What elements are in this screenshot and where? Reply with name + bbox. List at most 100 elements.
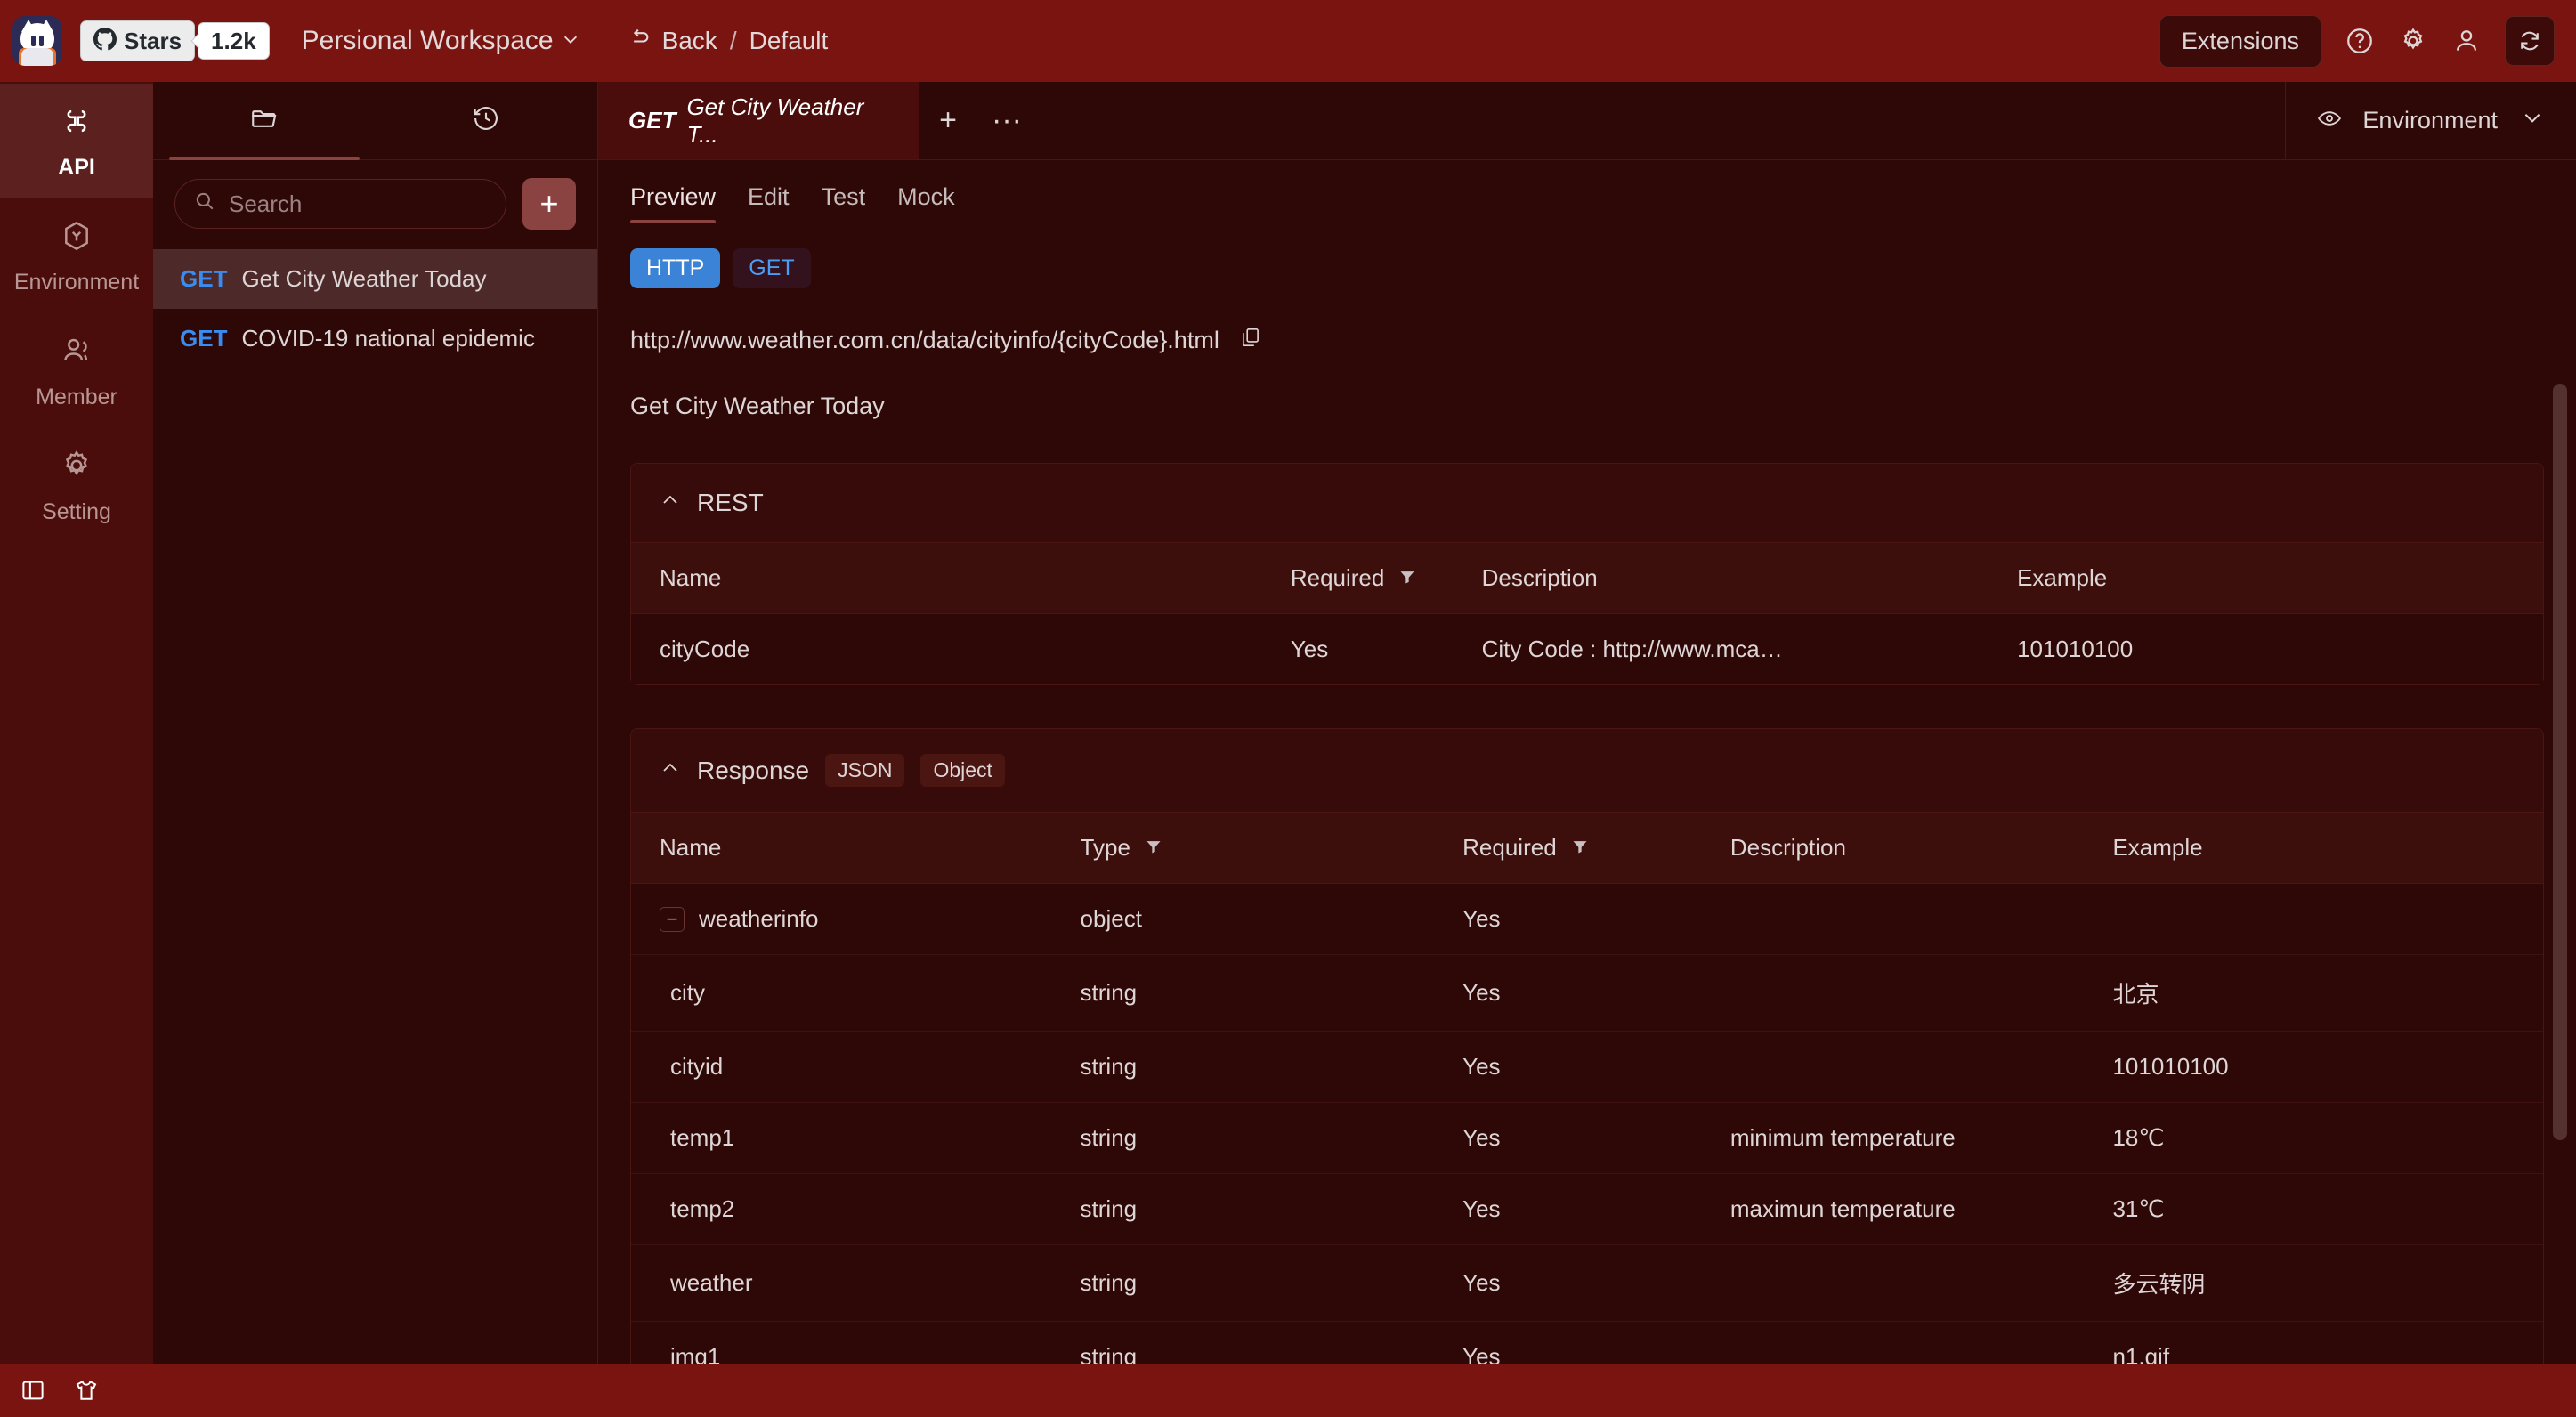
user-icon[interactable] xyxy=(2451,26,2482,56)
workspace-selector[interactable]: Persional Workspace xyxy=(302,26,580,56)
tab-preview[interactable]: Preview xyxy=(630,183,717,223)
api-icon xyxy=(59,103,94,145)
list-item[interactable]: GET COVID-19 national epidemic xyxy=(153,309,597,368)
copy-icon[interactable] xyxy=(1239,326,1262,355)
gear-icon[interactable] xyxy=(2398,26,2428,56)
view-subtabs: Preview Edit Test Mock xyxy=(598,160,2576,223)
field-required: Yes xyxy=(1434,954,1702,1032)
chevron-up-icon[interactable] xyxy=(660,490,681,516)
folder-icon xyxy=(249,103,279,138)
table-header-row: Name Type Required Description Example xyxy=(631,812,2543,884)
sidebar-item-label: Member xyxy=(36,385,117,409)
sidebar-toggle-icon[interactable] xyxy=(20,1377,46,1404)
filter-icon[interactable] xyxy=(1571,834,1589,862)
eye-icon[interactable] xyxy=(2316,105,2343,136)
field-example: 18℃ xyxy=(2084,1102,2543,1174)
tab-test[interactable]: Test xyxy=(822,183,866,223)
param-name: cityCode xyxy=(631,613,1262,684)
new-tab-button[interactable]: + xyxy=(919,82,977,159)
search-input[interactable] xyxy=(229,190,488,218)
api-name: COVID-19 national epidemic xyxy=(241,325,535,352)
status-bar xyxy=(0,1364,2576,1417)
project-name[interactable]: Default xyxy=(749,27,829,55)
environment-select[interactable]: Environment xyxy=(2362,106,2544,135)
rest-section-header[interactable]: REST xyxy=(631,464,2543,542)
col-name: Name xyxy=(631,812,1052,884)
stars-count[interactable]: 1.2k xyxy=(198,22,270,60)
list-item[interactable]: GET Get City Weather Today xyxy=(153,249,597,309)
field-name: weather xyxy=(631,1244,1052,1322)
sidebar-item-api[interactable]: API xyxy=(0,84,153,198)
param-description: City Code : http://www.mca.gov.cn/articl… xyxy=(1453,613,1989,684)
breadcrumb-separator: / xyxy=(729,27,737,54)
theme-shirt-icon[interactable] xyxy=(73,1377,100,1404)
hexagon-icon xyxy=(59,218,94,260)
postcat-logo[interactable] xyxy=(12,16,62,66)
nav-rail: API Environment Member Setting xyxy=(0,82,153,1364)
back-arrow-icon xyxy=(627,26,652,57)
field-description: minimum temperature xyxy=(1701,1102,2085,1174)
api-name: Get City Weather Today xyxy=(241,265,487,292)
response-section: Response JSON Object Name Type Required … xyxy=(630,728,2544,1364)
table-row: cityid string Yes 101010100 xyxy=(631,1031,2543,1103)
col-description: Description xyxy=(1453,542,1989,614)
tab-get-city-weather[interactable]: GET Get City Weather T... xyxy=(598,82,919,159)
response-rows: − weatherinfo object Yes city string Yes… xyxy=(631,883,2543,1364)
search-icon xyxy=(193,190,216,219)
vertical-scrollbar[interactable] xyxy=(2553,384,2567,1140)
col-name: Name xyxy=(631,542,1262,614)
field-required: Yes xyxy=(1434,1173,1702,1245)
field-description xyxy=(1701,883,2085,955)
api-method-badge: GET xyxy=(180,265,228,292)
filter-icon[interactable] xyxy=(1145,834,1162,862)
response-section-header[interactable]: Response JSON Object xyxy=(631,729,2543,812)
collapse-toggle-icon[interactable]: − xyxy=(660,906,685,932)
field-example xyxy=(2084,883,2543,955)
sidebar-item-member[interactable]: Member xyxy=(0,313,153,428)
people-icon xyxy=(59,333,94,375)
field-required: Yes xyxy=(1434,1244,1702,1322)
search-box[interactable] xyxy=(174,179,506,229)
param-required: Yes xyxy=(1261,613,1454,684)
chevron-up-icon[interactable] xyxy=(660,757,681,784)
field-name: weatherinfo xyxy=(699,905,819,932)
tab-title: Get City Weather T... xyxy=(686,93,864,148)
table-row: temp1 string Yes minimum temperature 18℃ xyxy=(631,1102,2543,1174)
rest-section: REST Name Required Description Example c… xyxy=(630,463,2544,685)
col-description: Description xyxy=(1701,812,2085,884)
response-type-object[interactable]: Object xyxy=(920,754,1005,787)
back-button[interactable]: Back xyxy=(627,26,717,57)
sync-button[interactable] xyxy=(2505,16,2555,66)
sidebar-item-environment[interactable]: Environment xyxy=(0,198,153,313)
chevron-down-icon xyxy=(561,26,580,56)
tab-edit[interactable]: Edit xyxy=(748,183,790,223)
github-stars-badge[interactable]: Stars 1.2k xyxy=(80,20,270,61)
github-icon xyxy=(93,28,117,54)
environment-area: Environment xyxy=(2285,82,2576,159)
api-method-badge: GET xyxy=(180,325,228,352)
folder-tab[interactable] xyxy=(153,82,376,160)
tab-more-button[interactable]: ··· xyxy=(977,82,1036,159)
history-tab[interactable] xyxy=(376,82,598,159)
table-row: temp2 string Yes maximun temperature 31℃ xyxy=(631,1173,2543,1245)
filter-icon[interactable] xyxy=(1398,564,1416,592)
help-icon[interactable] xyxy=(2345,26,2375,56)
col-required-label: Required xyxy=(1290,564,1385,591)
field-name: cityid xyxy=(631,1031,1052,1103)
header-actions: Extensions xyxy=(2159,14,2555,68)
tab-mock[interactable]: Mock xyxy=(897,183,955,223)
main-panel: GET Get City Weather T... + ··· Environm… xyxy=(598,82,2576,1364)
response-format-json[interactable]: JSON xyxy=(825,754,905,787)
add-api-button[interactable]: + xyxy=(522,178,576,230)
stars-button[interactable]: Stars xyxy=(80,20,196,61)
back-label: Back xyxy=(661,27,717,54)
chevron-down-icon xyxy=(2521,106,2544,135)
extensions-button[interactable]: Extensions xyxy=(2159,14,2321,68)
field-type: string xyxy=(1051,954,1435,1032)
table-row: weather string Yes 多云转阴 xyxy=(631,1244,2543,1322)
sidebar-item-setting[interactable]: Setting xyxy=(0,428,153,543)
field-example: n1.gif xyxy=(2084,1321,2543,1364)
api-url-row: http://www.weather.com.cn/data/cityinfo/… xyxy=(630,326,2544,355)
field-name-cell: − weatherinfo xyxy=(631,883,1052,955)
param-example: 101010100 xyxy=(1989,613,2543,684)
